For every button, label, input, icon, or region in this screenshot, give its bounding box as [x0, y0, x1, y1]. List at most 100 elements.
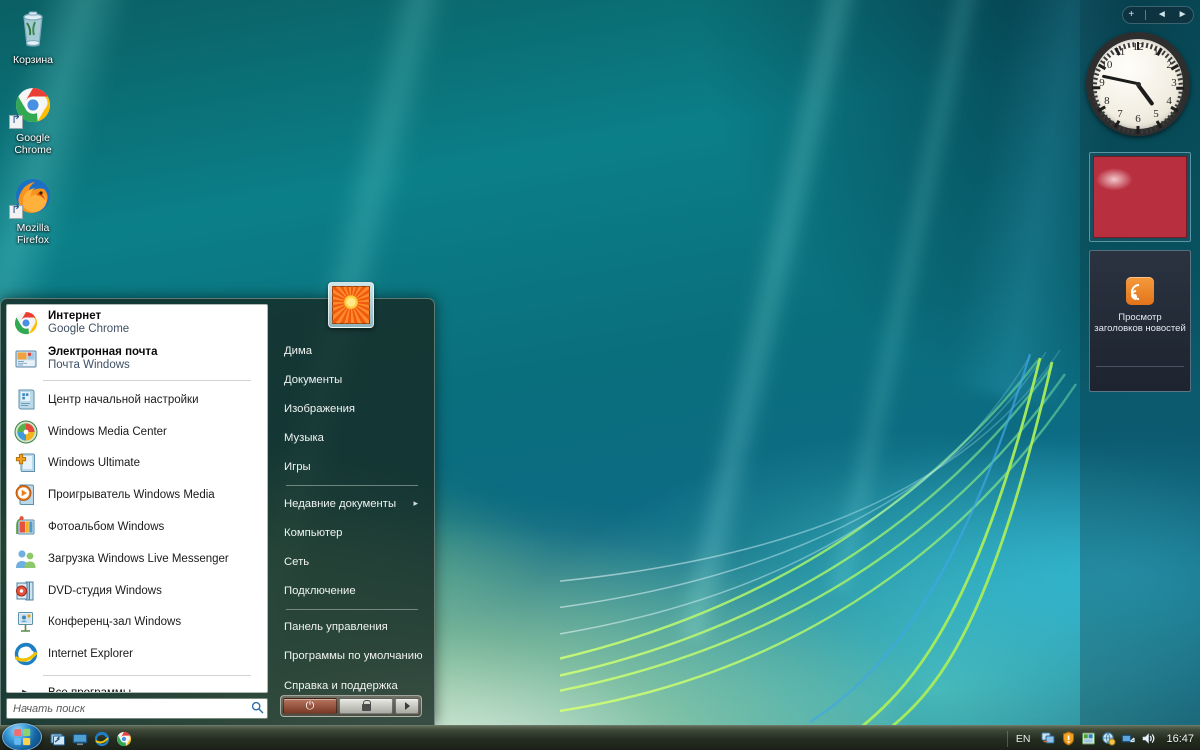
- start-menu-program-item[interactable]: Центр начальной настройки: [7, 384, 267, 416]
- clock-tick: [1094, 73, 1100, 77]
- clock-tick: [1123, 126, 1127, 132]
- user-avatar[interactable]: [328, 282, 374, 328]
- clock-gadget[interactable]: 12 1 2 3 4 5 6 7 8 9 10 11: [1086, 32, 1194, 140]
- clock-tick: [1176, 73, 1182, 77]
- start-menu-program-item[interactable]: Проигрыватель Windows Media: [7, 479, 267, 511]
- clock-number: 1: [1153, 45, 1159, 58]
- start-menu-program-item[interactable]: Windows Ultimate: [7, 448, 267, 480]
- places-item-label: Программы по умолчанию: [284, 650, 423, 663]
- start-menu-divider: [43, 675, 251, 677]
- shortcut-overlay-icon: [9, 115, 23, 129]
- start-menu-program-item[interactable]: Загрузка Windows Live Messenger: [7, 543, 267, 575]
- start-menu-pinned-email[interactable]: Электронная почта Почта Windows: [7, 341, 267, 377]
- clock-tick: [1177, 95, 1184, 99]
- sidebar-add-gadget-button[interactable]: +: [1128, 10, 1134, 20]
- desktop-icon-label: Mozilla Firefox: [16, 222, 50, 246]
- clock-center-pin: [1135, 81, 1141, 87]
- sidebar-next-button[interactable]: ►: [1178, 10, 1188, 20]
- start-menu-program-item[interactable]: Конференц-зал Windows: [7, 607, 267, 639]
- avatar-image: [332, 286, 370, 324]
- application-icon[interactable]: [1081, 731, 1096, 746]
- rss-icon: [1126, 277, 1154, 305]
- start-menu-program-item[interactable]: DVD-студия Windows: [7, 575, 267, 607]
- shutdown-options-button[interactable]: [395, 698, 419, 714]
- start-orb-ball: [2, 723, 42, 750]
- search-input[interactable]: Начать поиск: [7, 703, 247, 715]
- clock-tick: [1170, 111, 1176, 116]
- program-item-label: Фотоальбом Windows: [48, 521, 165, 534]
- pinned-item-text: Интернет Google Chrome: [48, 310, 130, 335]
- start-menu-place-item[interactable]: Сеть: [274, 547, 428, 576]
- start-menu-program-item[interactable]: Windows Media Center: [7, 416, 267, 448]
- tray-divider: [1006, 730, 1008, 747]
- chevron-right-icon: ▸: [413, 498, 418, 509]
- start-menu-place-item[interactable]: Игры: [274, 453, 428, 482]
- power-sleep-button[interactable]: ⏻: [283, 698, 337, 714]
- clock-tick: [1092, 95, 1099, 99]
- clock-tick: [1094, 99, 1100, 103]
- feed-headlines-gadget[interactable]: Просмотр заголовков новостей: [1089, 250, 1191, 392]
- start-menu-user-name[interactable]: Дима: [274, 336, 428, 365]
- places-item-label: Подключение: [284, 585, 356, 598]
- start-search-box[interactable]: Начать поиск: [6, 698, 268, 719]
- clock-number: 7: [1117, 108, 1123, 121]
- start-menu-system-item[interactable]: Панель управления: [274, 613, 428, 642]
- start-menu-place-item[interactable]: Музыка: [274, 424, 428, 453]
- desktop-icon-recycle-bin[interactable]: Корзина: [0, 4, 66, 66]
- places-item-label: Справка и поддержка: [284, 679, 398, 692]
- sidebar-prev-button[interactable]: ◄: [1157, 10, 1167, 20]
- volume-icon[interactable]: [1141, 731, 1156, 746]
- start-menu-program-item[interactable]: Фотоальбом Windows: [7, 511, 267, 543]
- mozilla-firefox-icon: [9, 172, 57, 220]
- start-menu-place-item[interactable]: Компьютер: [274, 518, 428, 547]
- start-orb[interactable]: [2, 723, 42, 750]
- program-item-label: Центр начальной настройки: [48, 393, 199, 406]
- desktop-icon-label: Корзина: [13, 54, 53, 66]
- start-menu-place-item[interactable]: Изображения: [274, 394, 428, 423]
- all-programs-button[interactable]: ▶ Все программы: [7, 679, 267, 692]
- places-item-label: Документы: [284, 373, 343, 386]
- internet-explorer-icon: [13, 641, 39, 667]
- start-menu-recent-documents[interactable]: Недавние документы ▸: [274, 489, 428, 518]
- recycle-bin-icon: [9, 4, 57, 52]
- system-tray: EN 16:47: [1004, 726, 1198, 750]
- shortcut-overlay-icon: [9, 205, 23, 219]
- sidebar-toolbar: + ◄ ►: [1122, 6, 1194, 24]
- slideshow-gadget[interactable]: [1089, 152, 1191, 242]
- windows-mail-icon: [13, 346, 39, 372]
- desktop-icon-label: Google Chrome: [14, 132, 52, 156]
- clock-number: 3: [1171, 77, 1177, 89]
- pinned-item-text: Электронная почта Почта Windows: [48, 346, 158, 371]
- start-menu-program-item[interactable]: Internet Explorer: [7, 638, 267, 670]
- power-icon: ⏻: [305, 699, 315, 712]
- start-menu-pinned-internet[interactable]: Интернет Google Chrome: [7, 305, 267, 341]
- taskbar-clock[interactable]: 16:47: [1166, 733, 1194, 745]
- network-sharing-icon[interactable]: [1041, 731, 1056, 746]
- globe-icon[interactable]: [1101, 731, 1116, 746]
- google-chrome-icon[interactable]: [116, 731, 132, 747]
- start-menu-program-list: Центр начальной настройки Windows Media C…: [7, 384, 267, 670]
- start-menu: Интернет Google Chrome Электронная почта…: [0, 282, 435, 725]
- start-menu-place-item[interactable]: Подключение: [274, 577, 428, 606]
- start-menu-place-item[interactable]: Документы: [274, 365, 428, 394]
- language-indicator[interactable]: EN: [1016, 733, 1031, 745]
- clock-tick: [1161, 120, 1166, 126]
- security-shield-icon[interactable]: [1061, 731, 1076, 746]
- internet-explorer-icon[interactable]: [94, 731, 110, 747]
- desktop-icon-google-chrome[interactable]: GoogleChrome: [0, 82, 66, 156]
- start-menu-system-item[interactable]: Программы по умолчанию: [274, 642, 428, 671]
- desktop-icon-mozilla-firefox[interactable]: MozillaFirefox: [0, 172, 66, 246]
- lock-button[interactable]: [339, 698, 393, 714]
- network-status-icon[interactable]: [1121, 731, 1136, 746]
- program-item-label: DVD-студия Windows: [48, 584, 162, 597]
- clock-tick: [1136, 126, 1140, 134]
- media-center-icon: [13, 419, 39, 445]
- places-item-label: Панель управления: [284, 621, 388, 634]
- desktop-screen: Корзина GoogleChrome: [0, 0, 1200, 750]
- clock-tick: [1141, 128, 1144, 134]
- show-desktop-icon[interactable]: [72, 731, 88, 747]
- flip3d-icon[interactable]: [50, 731, 66, 747]
- chevron-right-icon: [404, 702, 410, 710]
- windows-flag-icon: [14, 728, 31, 746]
- chevron-right-icon: ▶: [13, 688, 39, 692]
